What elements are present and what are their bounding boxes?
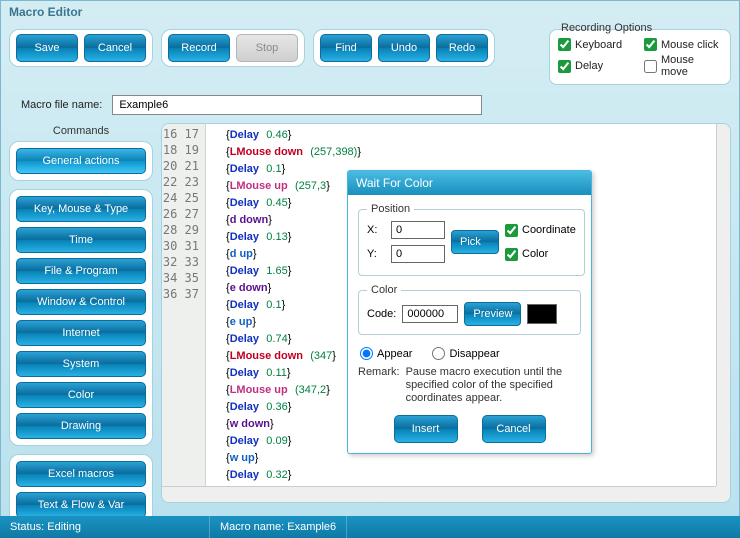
opt-keyboard-check[interactable] bbox=[558, 38, 571, 51]
color-check-label: Color bbox=[522, 248, 548, 260]
coordinate-label: Coordinate bbox=[522, 224, 576, 236]
opt-mouse-move-check[interactable] bbox=[644, 60, 657, 73]
toolbar-group-record: Record Stop bbox=[161, 29, 305, 67]
opt-mouse-click-check[interactable] bbox=[644, 38, 657, 51]
sidebar: Commands General actions Key, Mouse & Typ… bbox=[1, 123, 161, 503]
color-fieldset: Color Code: Preview bbox=[358, 284, 581, 335]
cancel-button[interactable]: Cancel bbox=[84, 34, 146, 62]
status-right: Macro name: Example6 bbox=[210, 516, 347, 538]
coordinate-check[interactable]: Coordinate bbox=[505, 224, 576, 237]
sidebar-item-internet[interactable]: Internet bbox=[16, 320, 146, 346]
sidebar-item-excel-macros[interactable]: Excel macros bbox=[16, 461, 146, 487]
commands-label: Commands bbox=[9, 123, 153, 141]
opt-delay-check[interactable] bbox=[558, 60, 571, 73]
status-bar: Status: Editing Macro name: Example6 bbox=[0, 516, 740, 538]
code-label: Code: bbox=[367, 308, 396, 320]
find-button[interactable]: Find bbox=[320, 34, 372, 62]
opt-keyboard[interactable]: Keyboard bbox=[558, 38, 636, 51]
sidebar-item-file-program[interactable]: File & Program bbox=[16, 258, 146, 284]
coordinate-checkbox[interactable] bbox=[505, 224, 518, 237]
x-input[interactable] bbox=[391, 221, 445, 239]
y-label: Y: bbox=[367, 248, 385, 260]
opt-mouse-click-label: Mouse click bbox=[661, 39, 718, 51]
dialog-title: Wait For Color bbox=[348, 171, 591, 195]
macro-editor-window: Macro Editor Save Cancel Record Stop Fin… bbox=[0, 0, 740, 538]
remark: Remark: Pause macro execution until the … bbox=[358, 366, 581, 405]
position-legend: Position bbox=[367, 203, 414, 215]
sidebar-item-drawing[interactable]: Drawing bbox=[16, 413, 146, 439]
sidebar-group: Excel macros Text & Flow & Var bbox=[9, 454, 153, 525]
sidebar-item-window-control[interactable]: Window & Control bbox=[16, 289, 146, 315]
remark-label: Remark: bbox=[358, 366, 400, 405]
status-left: Status: Editing bbox=[0, 516, 210, 538]
sidebar-item-text-flow-var[interactable]: Text & Flow & Var bbox=[16, 492, 146, 518]
redo-button[interactable]: Redo bbox=[436, 34, 488, 62]
disappear-radio[interactable]: Disappear bbox=[432, 347, 499, 360]
opt-mouse-move-label: Mouse move bbox=[661, 54, 722, 78]
sidebar-group: General actions bbox=[9, 141, 153, 181]
toolbar-group-edit: Find Undo Redo bbox=[313, 29, 495, 67]
disappear-label: Disappear bbox=[449, 348, 499, 360]
sidebar-item-general-actions[interactable]: General actions bbox=[16, 148, 146, 174]
undo-button[interactable]: Undo bbox=[378, 34, 430, 62]
x-label: X: bbox=[367, 224, 385, 236]
sidebar-item-key-mouse-type[interactable]: Key, Mouse & Type bbox=[16, 196, 146, 222]
preview-button[interactable]: Preview bbox=[464, 302, 521, 326]
opt-mouse-click[interactable]: Mouse click bbox=[644, 38, 722, 51]
remark-text: Pause macro execution until the specifie… bbox=[406, 366, 581, 405]
appear-radio-input[interactable] bbox=[360, 347, 373, 360]
horizontal-scrollbar[interactable] bbox=[162, 486, 716, 502]
color-swatch bbox=[527, 304, 557, 324]
appear-label: Appear bbox=[377, 348, 412, 360]
color-check[interactable]: Color bbox=[505, 248, 576, 261]
color-checkbox[interactable] bbox=[505, 248, 518, 261]
window-title: Macro Editor bbox=[1, 1, 739, 23]
file-name-row: Macro file name: bbox=[1, 91, 739, 123]
opt-delay-label: Delay bbox=[575, 60, 603, 72]
sidebar-item-color[interactable]: Color bbox=[16, 382, 146, 408]
sidebar-item-time[interactable]: Time bbox=[16, 227, 146, 253]
line-gutter: 16 17 18 19 20 21 22 23 24 25 26 27 28 2… bbox=[162, 124, 206, 486]
sidebar-group: Key, Mouse & Type Time File & Program Windo… bbox=[9, 189, 153, 446]
sidebar-item-system[interactable]: System bbox=[16, 351, 146, 377]
opt-delay[interactable]: Delay bbox=[558, 54, 636, 78]
y-input[interactable] bbox=[391, 245, 445, 263]
opt-keyboard-label: Keyboard bbox=[575, 39, 622, 51]
recording-options: Recording Options Keyboard Mouse click D… bbox=[549, 29, 731, 85]
recording-options-legend: Recording Options bbox=[558, 22, 655, 34]
pick-button[interactable]: Pick bbox=[451, 230, 499, 254]
wait-for-color-dialog: Wait For Color Position X: Pick Coordina… bbox=[347, 170, 592, 454]
toolbar-group-file: Save Cancel bbox=[9, 29, 153, 67]
color-code-input[interactable] bbox=[402, 305, 458, 323]
disappear-radio-input[interactable] bbox=[432, 347, 445, 360]
insert-button[interactable]: Insert bbox=[394, 415, 458, 443]
toolbar: Save Cancel Record Stop Find Undo Redo R… bbox=[1, 23, 739, 91]
position-fieldset: Position X: Pick Coordinate Y: Color bbox=[358, 203, 585, 276]
color-legend: Color bbox=[367, 284, 401, 296]
dialog-cancel-button[interactable]: Cancel bbox=[482, 415, 546, 443]
file-name-input[interactable] bbox=[112, 95, 482, 115]
opt-mouse-move[interactable]: Mouse move bbox=[644, 54, 722, 78]
vertical-scrollbar[interactable] bbox=[716, 124, 730, 486]
scroll-corner bbox=[716, 486, 730, 502]
file-name-label: Macro file name: bbox=[21, 99, 102, 111]
appear-radio[interactable]: Appear bbox=[360, 347, 412, 360]
save-button[interactable]: Save bbox=[16, 34, 78, 62]
stop-button: Stop bbox=[236, 34, 298, 62]
mode-radios: Appear Disappear bbox=[358, 343, 581, 366]
record-button[interactable]: Record bbox=[168, 34, 230, 62]
